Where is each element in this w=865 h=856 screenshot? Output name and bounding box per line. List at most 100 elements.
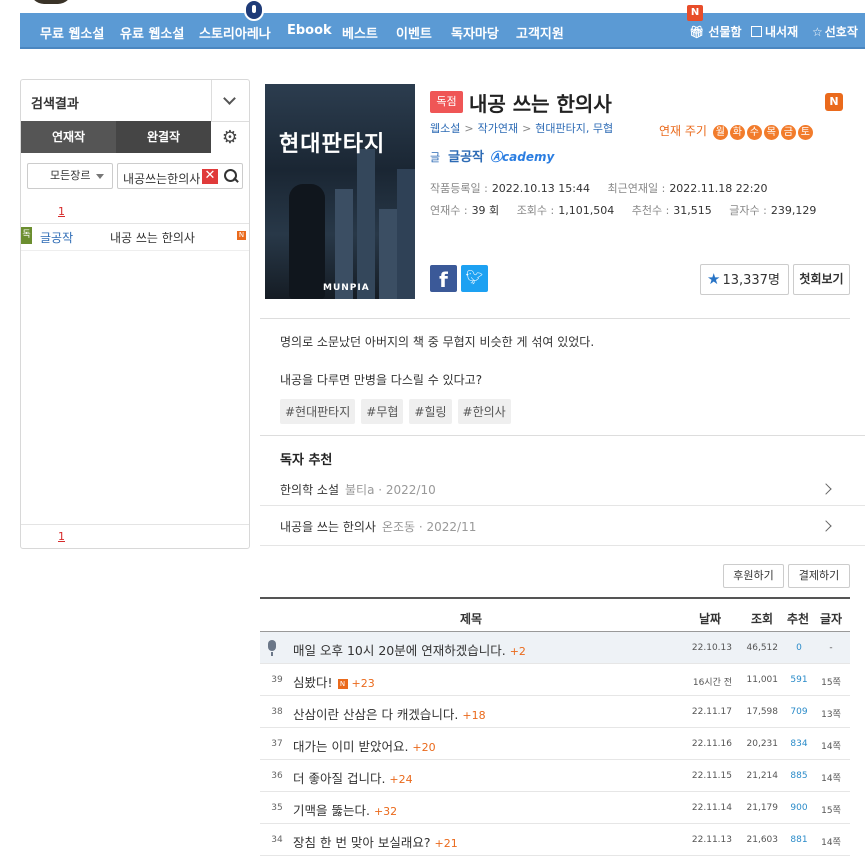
divider: [21, 223, 249, 224]
site-logo[interactable]: [30, 0, 72, 4]
recommend-item[interactable]: 한의학 소설 불티a · 2022/10: [280, 481, 436, 498]
chevron-right-icon[interactable]: [820, 483, 832, 495]
clear-icon[interactable]: ✕: [202, 169, 218, 184]
first-episode-button[interactable]: 첫회보기: [793, 264, 850, 295]
episode-title[interactable]: 산삼이란 산삼은 다 캐겠습니다. +18: [293, 704, 486, 723]
episode-title[interactable]: 장침 한 번 맞아 보실래요? +21: [293, 832, 458, 851]
nav-support[interactable]: 고객지원: [516, 23, 564, 42]
table-row[interactable]: 35 기맥을 뚫는다. +32 22.11.14 21,179 900 15쪽: [260, 792, 850, 824]
header-words: 글자: [820, 612, 843, 626]
facebook-share-icon[interactable]: f: [430, 265, 457, 292]
tag[interactable]: #무협: [361, 399, 404, 424]
divider: [260, 505, 865, 506]
genre-select[interactable]: 모든장르: [27, 163, 113, 189]
new-badge: N: [825, 93, 843, 111]
episode-title[interactable]: 매일 오후 10시 20분에 연재하겠습니다. +2: [293, 640, 526, 659]
recommend-heading: 독자 추천: [280, 453, 333, 468]
divider: [21, 524, 249, 525]
result-author[interactable]: 글공작: [40, 229, 73, 246]
table-row[interactable]: 39 심봤다! N +23 16시간 전 11,001 591 15쪽: [260, 664, 850, 696]
collapse-chevron-icon[interactable]: [211, 80, 249, 121]
gear-icon[interactable]: ⚙: [211, 121, 249, 153]
episode-number: 34: [271, 835, 283, 845]
episode-date: 22.11.17: [691, 707, 732, 717]
support-button[interactable]: 후원하기: [723, 564, 784, 588]
table-row[interactable]: 37 대가는 이미 받았어요. +20 22.11.16 20,231 834 1…: [260, 728, 850, 760]
author-row: 글 글공작 Ⓐcademy: [430, 146, 554, 165]
nav-free-webnovel[interactable]: 무료 웹소설: [40, 23, 104, 42]
episode-rec: 0: [796, 643, 802, 653]
page-link-bottom[interactable]: 1: [58, 530, 65, 543]
episode-number: 35: [271, 803, 283, 813]
my-library-button[interactable]: 내서재: [751, 23, 798, 40]
page-link-top[interactable]: 1: [58, 205, 65, 218]
academy-logo[interactable]: Ⓐcademy: [490, 150, 554, 164]
table-row[interactable]: 34 장침 한 번 맞아 보실래요? +21 22.11.13 21,603 88…: [260, 824, 850, 856]
header-views: 조회: [751, 612, 774, 626]
notice-row[interactable]: 매일 오후 10시 20분에 연재하겠습니다. +2 22.10.13 46,51…: [260, 632, 850, 664]
episode-title[interactable]: 기맥을 뚫는다. +32: [293, 800, 397, 819]
search-results-panel: 검색결과 연재작 완결작 ⚙ 모든장르 내공쓰는한의사 ✕ 1 독 글공작 내공…: [20, 79, 250, 549]
episode-title[interactable]: 대가는 이미 받았어요. +20: [293, 736, 436, 755]
crumb-author-serial[interactable]: 작가연재: [478, 122, 518, 135]
day-badge: 금: [780, 125, 796, 140]
search-box: 내공쓰는한의사 ✕: [117, 163, 243, 189]
episode-title[interactable]: 심봤다! N +23: [293, 672, 375, 691]
view-count: 1,101,504: [558, 204, 615, 217]
book-title: 내공 쓰는 한의사: [469, 92, 612, 116]
favorites-button[interactable]: ☆ 선호작: [812, 23, 858, 40]
episode-views: 21,214: [746, 771, 779, 781]
search-input[interactable]: 내공쓰는한의사: [123, 170, 205, 187]
cover-publisher-logo: MUNPIA: [323, 283, 370, 293]
episode-rec: 881: [790, 835, 808, 845]
star-icon: ★: [707, 270, 721, 288]
nav-ebook[interactable]: Ebook: [287, 23, 332, 38]
result-title[interactable]: 내공 쓰는 한의사: [110, 229, 195, 246]
registered-date: 2022.10.13 15:44: [491, 182, 590, 195]
search-icon[interactable]: [223, 168, 239, 184]
episode-words: 15쪽: [821, 678, 841, 688]
crumb-webnovel[interactable]: 웹소설: [430, 122, 460, 135]
episode-number: 39: [271, 675, 283, 685]
table-row[interactable]: 36 더 좋아질 겁니다. +24 22.11.15 21,214 885 14쪽: [260, 760, 850, 792]
recommend-item[interactable]: 내공을 쓰는 한의사 온조동 · 2022/11: [280, 518, 476, 535]
nav-event[interactable]: 이벤트: [396, 23, 432, 42]
gift-box-button[interactable]: 🎁︎ 선물함: [689, 23, 742, 40]
cover-building: [357, 149, 375, 299]
chevron-right-icon[interactable]: [820, 520, 832, 532]
nav-story-arena[interactable]: 스토리아레나: [199, 23, 271, 42]
episode-title[interactable]: 더 좋아질 겁니다. +24: [293, 768, 413, 787]
crumb-genre[interactable]: 현대판타지, 무협: [535, 122, 613, 135]
tab-serializing[interactable]: 연재작: [21, 121, 116, 153]
episode-date: 22.11.16: [691, 739, 732, 749]
favorite-button[interactable]: ★ 13,337명: [700, 264, 789, 295]
microphone-icon: [268, 640, 276, 656]
tag[interactable]: #힐링: [409, 399, 452, 424]
twitter-share-icon[interactable]: 🐦︎: [461, 265, 488, 292]
main-nav: 무료 웹소설 유료 웹소설 스토리아레나 Ebook 베스트 이벤트 독자마당 …: [20, 0, 865, 49]
table-row[interactable]: 38 산삼이란 산삼은 다 캐겠습니다. +18 22.11.17 17,598 …: [260, 696, 850, 728]
episode-number: 38: [271, 707, 283, 717]
synopsis-text: 내공을 다루면 만병을 다스릴 수 있다고?: [280, 373, 483, 387]
header-title: 제목: [460, 612, 483, 626]
nav-best[interactable]: 베스트: [342, 23, 378, 42]
book-cover[interactable]: 현대판타지 MUNPIA: [265, 84, 415, 299]
nav-reader-square[interactable]: 독자마당: [451, 23, 499, 42]
char-count: 239,129: [770, 204, 817, 217]
cycle-label: 연재 주기: [659, 124, 707, 138]
episode-words: 13쪽: [821, 710, 841, 720]
divider: [260, 435, 865, 436]
cover-title: 현대판타지: [279, 132, 386, 157]
list-item[interactable]: 독 글공작 내공 쓰는 한의사 N: [21, 226, 249, 250]
author-name[interactable]: 글공작: [448, 150, 484, 165]
nav-paid-webnovel[interactable]: 유료 웹소설: [120, 23, 184, 42]
cover-building: [379, 209, 397, 299]
synopsis-text: 명의로 소문났던 아버지의 책 중 무협지 비슷한 게 섞여 있었다.: [280, 335, 595, 349]
tab-completed[interactable]: 완결작: [116, 121, 211, 153]
new-badge: N: [337, 679, 348, 689]
synopsis-box: 명의로 소문났던 아버지의 책 중 무협지 비슷한 게 섞여 있었다. 내공을 …: [260, 318, 865, 546]
tag[interactable]: #현대판타지: [280, 399, 356, 424]
tag[interactable]: #한의사: [457, 399, 511, 424]
favorite-count: 13,337명: [722, 273, 780, 288]
pay-button[interactable]: 결제하기: [788, 564, 850, 588]
